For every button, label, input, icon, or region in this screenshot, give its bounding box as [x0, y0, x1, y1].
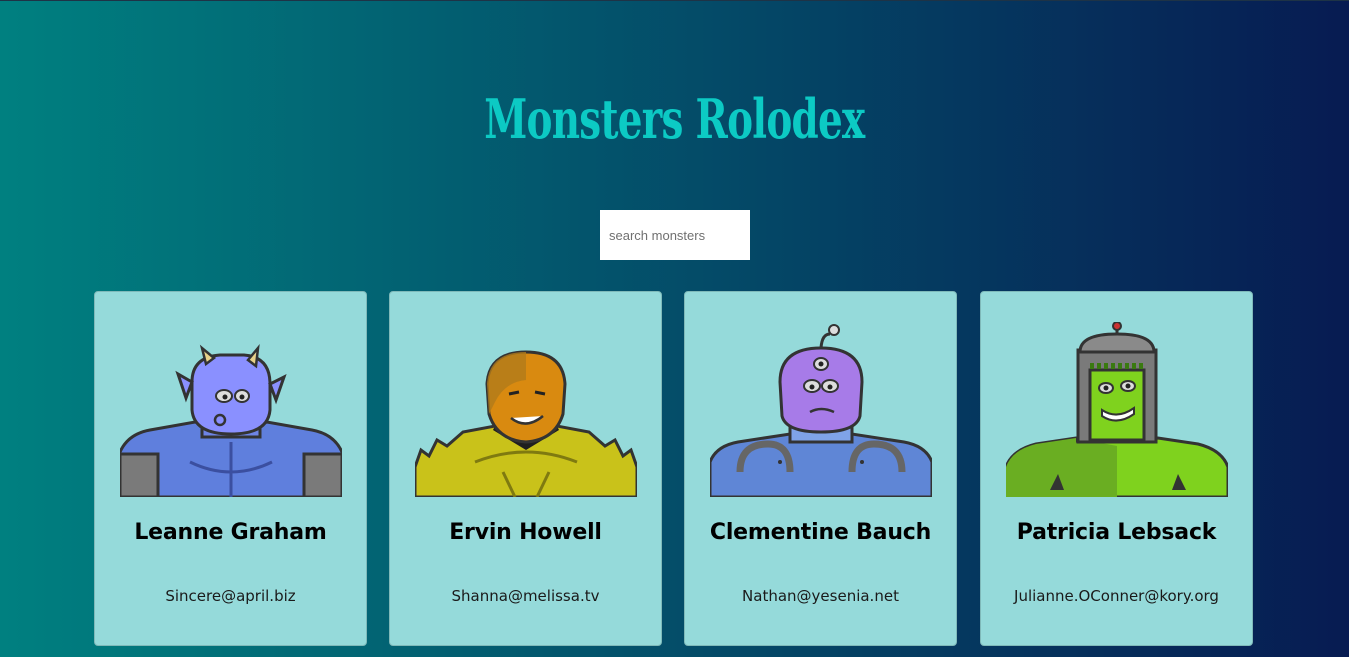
- purple-cyclops-monster-icon: [710, 324, 932, 497]
- top-border-line: [0, 0, 1349, 1]
- monster-name: Patricia Lebsack: [1016, 520, 1217, 545]
- monster-email: Sincere@april.biz: [165, 587, 296, 605]
- search-input[interactable]: [600, 210, 750, 260]
- monster-card[interactable]: Ervin Howell Shanna@melissa.tv: [389, 291, 662, 646]
- orange-spiky-monster-icon: [415, 350, 637, 497]
- monster-card[interactable]: Leanne Graham Sincere@april.biz: [94, 291, 367, 646]
- monster-name: Clementine Bauch: [709, 520, 932, 545]
- green-robot-monster-icon: [1006, 322, 1228, 497]
- monster-card[interactable]: Clementine Bauch Nathan@yesenia.net: [684, 291, 957, 646]
- monster-email: Nathan@yesenia.net: [742, 587, 899, 605]
- monster-email: Shanna@melissa.tv: [451, 587, 600, 605]
- monster-email: Julianne.OConner@kory.org: [1014, 587, 1219, 605]
- page-title: Monsters Rolodex: [484, 87, 865, 151]
- blue-horned-monster-icon: [120, 344, 342, 497]
- monster-card[interactable]: Patricia Lebsack Julianne.OConner@kory.o…: [980, 291, 1253, 646]
- monster-name: Ervin Howell: [449, 520, 602, 545]
- monster-name: Leanne Graham: [134, 520, 327, 545]
